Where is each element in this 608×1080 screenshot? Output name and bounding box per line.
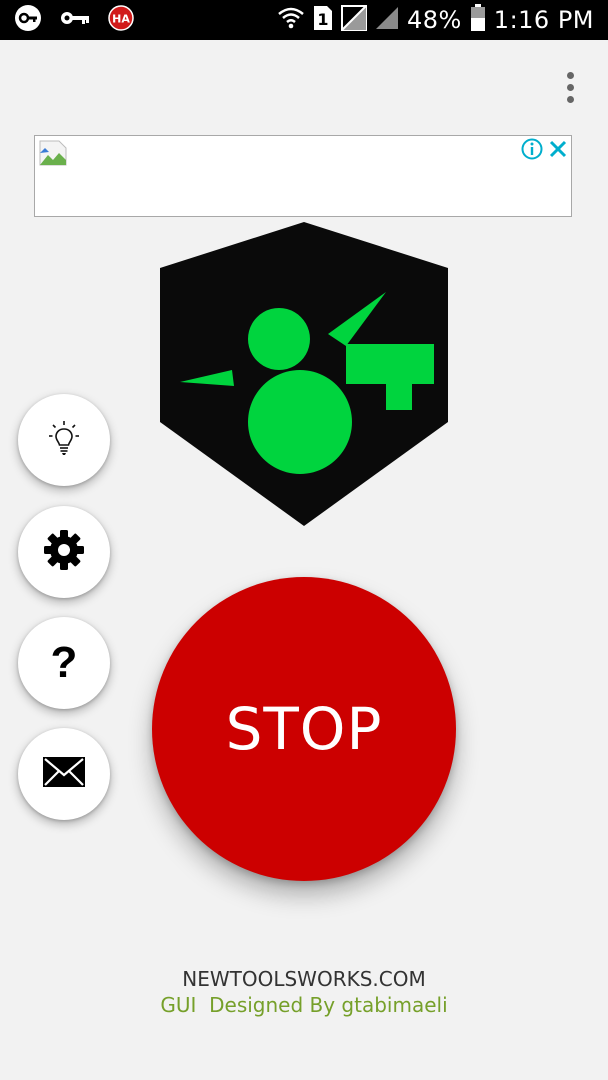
footer: NEWTOOLSWORKS.COM GUI Designed By gtabim… (0, 966, 608, 1018)
question-icon: ? (50, 638, 78, 687)
lightbulb-icon (48, 420, 80, 460)
wifi-icon (277, 5, 305, 35)
status-right-icons: 1 48% 1:16 PM (277, 4, 594, 36)
ad-controls (521, 138, 569, 164)
sim-label: 1 (317, 10, 328, 29)
tips-button[interactable] (18, 394, 110, 486)
help-button[interactable]: ? (18, 617, 110, 709)
key-icon (60, 8, 90, 32)
battery-icon (470, 4, 486, 36)
app-badge-icon: HA (108, 5, 134, 35)
settings-button[interactable] (18, 506, 110, 598)
signal-icon (375, 6, 399, 34)
ad-banner[interactable] (34, 135, 572, 217)
ad-info-icon[interactable] (521, 138, 543, 164)
status-time: 1:16 PM (493, 6, 594, 34)
stop-button[interactable]: STOP (152, 577, 456, 881)
overflow-menu-button[interactable] (558, 70, 582, 106)
overflow-dot (567, 96, 574, 103)
stop-button-label: STOP (225, 695, 383, 763)
no-signal-icon (340, 5, 367, 35)
sim-1-icon: 1 (313, 5, 333, 35)
contact-button[interactable] (18, 728, 110, 820)
key-logo-icon (160, 222, 448, 526)
vpn-key-icon (14, 4, 42, 36)
app-badge-text: HA (112, 13, 130, 26)
broken-image-icon (39, 140, 67, 170)
envelope-icon (42, 756, 86, 792)
status-left-icons: HA (14, 4, 134, 36)
overflow-dot (567, 72, 574, 79)
overflow-dot (567, 84, 574, 91)
footer-site: NEWTOOLSWORKS.COM (182, 967, 426, 991)
status-bar: HA 1 48% 1:16 PM (0, 0, 608, 40)
footer-credit: GUI Designed By gtabimaeli (160, 993, 448, 1017)
gear-icon (43, 529, 85, 575)
ad-close-icon[interactable] (547, 138, 569, 164)
battery-percent: 48% (406, 6, 462, 34)
